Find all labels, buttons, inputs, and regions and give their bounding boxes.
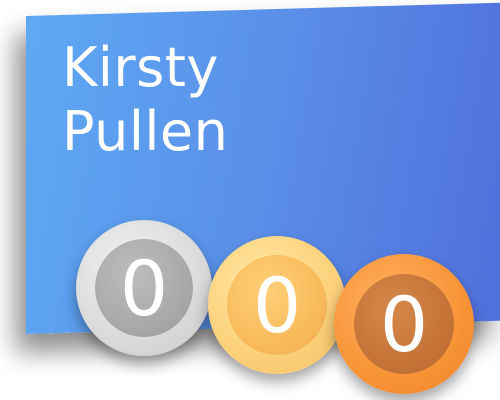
bronze-medal-count: 0	[354, 274, 454, 374]
silver-medal-count: 0	[95, 239, 193, 337]
silver-medal-icon: 0	[76, 220, 212, 356]
user-name: Kirsty Pullen	[62, 36, 228, 164]
gold-medal-icon: 0	[208, 236, 346, 374]
profile-stage: Kirsty Pullen 0 0 0	[0, 0, 500, 400]
user-first-name: Kirsty	[62, 36, 219, 99]
bronze-medal-icon: 0	[334, 254, 474, 394]
gold-medal-count: 0	[227, 255, 327, 355]
user-last-name: Pullen	[62, 100, 229, 163]
